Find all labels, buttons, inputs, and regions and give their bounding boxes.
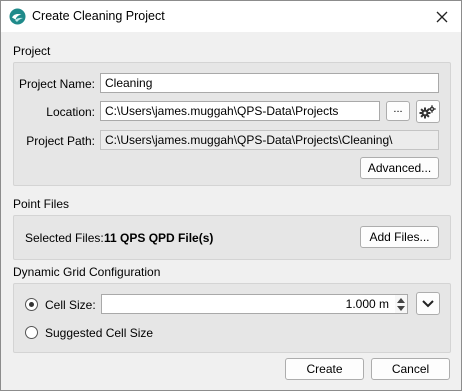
cell-size-dropdown-button[interactable] [416, 292, 440, 315]
create-button[interactable]: Create [285, 358, 364, 380]
add-files-button[interactable]: Add Files... [360, 226, 439, 248]
app-icon [9, 8, 26, 25]
location-label: Location: [46, 105, 95, 119]
project-name-input[interactable]: Cleaning [100, 73, 439, 93]
grid-section-title: Dynamic Grid Configuration [13, 265, 161, 279]
spin-up-icon[interactable] [397, 298, 405, 303]
gears-icon [419, 104, 436, 118]
grid-group: Cell Size: 1.000 m Suggested Cell Size [13, 283, 451, 353]
project-group: Project Name: Cleaning Location: C:\User… [13, 62, 451, 186]
cell-size-spinner[interactable] [395, 294, 408, 314]
point-files-section-title: Point Files [13, 197, 70, 211]
browse-location-button[interactable]: ... [386, 101, 410, 121]
point-files-group: Selected Files: 11 QPS QPD File(s) Add F… [13, 215, 451, 260]
project-path-label: Project Path: [26, 134, 95, 148]
project-path-field: C:\Users\james.muggah\QPS-Data\Projects\… [100, 130, 439, 150]
cell-size-radio[interactable] [25, 298, 38, 311]
chevron-down-icon [422, 299, 434, 307]
selected-files-value: 11 QPS QPD File(s) [104, 231, 214, 245]
cell-size-input[interactable]: 1.000 m [101, 294, 396, 314]
project-section-title: Project [13, 44, 51, 58]
window-title: Create Cleaning Project [32, 9, 165, 23]
suggested-cell-size-radio[interactable] [25, 326, 38, 339]
close-icon [436, 11, 448, 23]
location-settings-button[interactable] [416, 100, 440, 123]
project-name-label: Project Name: [18, 77, 95, 91]
close-button[interactable] [429, 4, 455, 30]
spin-down-icon[interactable] [397, 306, 405, 311]
selected-files-label: Selected Files: [25, 231, 104, 245]
suggested-cell-size-label: Suggested Cell Size [45, 326, 154, 340]
location-input[interactable]: C:\Users\james.muggah\QPS-Data\Projects [100, 101, 380, 121]
cell-size-label: Cell Size: [45, 298, 96, 312]
create-cleaning-project-dialog: Create Cleaning Project Project Project … [0, 0, 462, 391]
title-bar: Create Cleaning Project [1, 1, 461, 32]
cancel-button[interactable]: Cancel [371, 358, 450, 380]
advanced-button[interactable]: Advanced... [360, 157, 439, 179]
